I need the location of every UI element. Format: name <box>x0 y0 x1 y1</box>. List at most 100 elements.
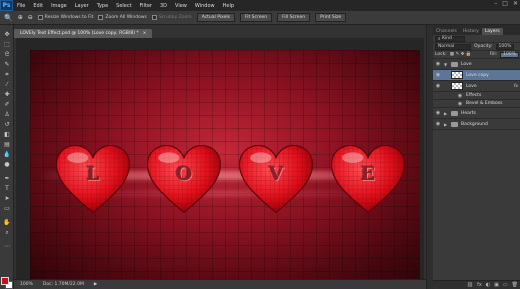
type-tool-icon[interactable]: T <box>2 185 12 193</box>
menu-filter[interactable]: Filter <box>136 3 156 9</box>
eraser-tool-icon[interactable]: ◧ <box>2 131 12 139</box>
layer-row-love-group[interactable]: ◉ ▼ Love <box>433 59 520 70</box>
layer-row-background[interactable]: ◉ ▶ Background <box>433 119 520 130</box>
status-arrow-icon[interactable]: ▶ <box>94 282 97 287</box>
menu-window[interactable]: Window <box>191 3 219 9</box>
menu-view[interactable]: View <box>171 3 191 9</box>
tab-history[interactable]: History <box>460 28 482 35</box>
layer-row-hearts[interactable]: ◉ ▶ Hearts <box>433 108 520 119</box>
expand-closed-icon[interactable]: ▶ <box>444 111 448 116</box>
zoom-tool-icon[interactable]: 🔍 <box>4 14 13 22</box>
layer-name: Love copy <box>466 72 489 78</box>
maximize-button[interactable]: □ <box>502 0 508 7</box>
actual-pixels-button[interactable]: Actual Pixels <box>196 13 235 22</box>
eye-icon[interactable]: ◉ <box>435 72 441 78</box>
status-bar: 100% Doc: 1.70M/22.0M ▶ <box>14 279 426 289</box>
clone-stamp-tool-icon[interactable]: ♙ <box>2 111 12 119</box>
menu-type[interactable]: Type <box>93 3 112 9</box>
brush-tool-icon[interactable]: ✐ <box>2 101 12 109</box>
eye-icon[interactable]: ◉ <box>435 121 441 127</box>
adjustment-layer-icon[interactable]: ◐ <box>486 282 490 288</box>
close-document-icon[interactable]: × <box>143 31 147 36</box>
zoom-all-option[interactable]: Zoom All Windows <box>98 15 147 20</box>
tab-channels[interactable]: Channels <box>433 28 460 35</box>
minimize-button[interactable]: – <box>494 0 497 7</box>
history-brush-tool-icon[interactable]: ↺ <box>2 121 12 129</box>
blend-mode-select[interactable]: Normal <box>435 43 471 50</box>
fx-icon[interactable]: fx <box>514 84 518 89</box>
fit-screen-button[interactable]: Fit Screen <box>239 13 273 22</box>
layer-row-love-copy[interactable]: ◉ Love copy <box>433 70 520 81</box>
resize-windows-checkbox[interactable] <box>37 15 43 20</box>
healing-brush-tool-icon[interactable]: ✚ <box>2 91 12 99</box>
menu-3d[interactable]: 3D <box>156 3 171 9</box>
canvas[interactable]: L O V E <box>30 50 420 280</box>
search-icon: ⌕ <box>438 36 441 42</box>
link-layers-icon[interactable]: ⛓ <box>467 282 473 288</box>
gradient-tool-icon[interactable]: ▤ <box>2 141 12 149</box>
eye-icon[interactable]: ◉ <box>435 61 441 67</box>
right-panels: Channels History Layers ⌕ Kind Normal Op… <box>426 25 520 289</box>
menu-help[interactable]: Help <box>219 3 238 9</box>
heart-v: V <box>238 144 314 214</box>
foreground-color-swatch[interactable] <box>1 277 9 285</box>
close-window-button[interactable]: ✕ <box>513 0 518 7</box>
eye-icon[interactable]: ◉ <box>435 110 441 116</box>
dodge-tool-icon[interactable]: ● <box>2 161 12 169</box>
zoom-all-checkbox[interactable] <box>98 15 104 20</box>
eye-icon[interactable]: ◉ <box>457 93 463 99</box>
document-area: LOVEly Text Effect.psd @ 100% (Love copy… <box>14 25 426 289</box>
marquee-tool-icon[interactable]: ⬚ <box>2 41 12 49</box>
trash-icon[interactable]: 🗑 <box>512 282 518 288</box>
eyedropper-tool-icon[interactable]: ⁄ <box>2 81 12 89</box>
kind-filter[interactable]: ⌕ Kind <box>435 35 465 42</box>
path-select-tool-icon[interactable]: ➤ <box>2 195 12 203</box>
crop-tool-icon[interactable]: ⌗ <box>2 71 12 79</box>
zoom-in-icon[interactable]: ⊕ <box>18 14 23 21</box>
zoom-out-icon[interactable]: ⊖ <box>28 14 33 21</box>
heart-o: O <box>146 144 222 214</box>
effects-row[interactable]: ◉ Effects <box>433 92 520 100</box>
scrubby-zoom-option[interactable]: Scrubby Zoom <box>151 15 192 20</box>
bevel-emboss-row[interactable]: ◉ Bevel & Emboss <box>433 100 520 108</box>
fill-screen-button[interactable]: Fill Screen <box>277 13 311 22</box>
print-size-button[interactable]: Print Size <box>315 13 347 22</box>
quick-select-tool-icon[interactable]: ✎ <box>2 61 12 69</box>
doc-size: Doc: 1.70M/22.0M <box>42 282 84 287</box>
lock-icons[interactable]: ▦ ✎ ✥ 🔒 <box>450 52 472 57</box>
eye-icon[interactable]: ◉ <box>457 101 463 107</box>
fill-field[interactable]: 100% <box>500 51 519 58</box>
layer-row-love[interactable]: ◉ Love fx <box>433 81 520 92</box>
menu-file[interactable]: File <box>13 3 29 9</box>
document-title: LOVEly Text Effect.psd @ 100% (Love copy… <box>20 31 139 36</box>
pen-tool-icon[interactable]: ✒ <box>2 175 12 183</box>
heart-letter-o: O <box>175 163 193 185</box>
heart-letter-e: E <box>360 163 376 185</box>
resize-windows-option[interactable]: Resize Windows to Fit <box>37 15 93 20</box>
menu-edit[interactable]: Edit <box>29 3 47 9</box>
opacity-field[interactable]: 100% <box>495 43 515 50</box>
add-style-icon[interactable]: fx <box>477 282 482 288</box>
blur-tool-icon[interactable]: 💧 <box>2 151 12 159</box>
new-group-icon[interactable]: ▣ <box>494 282 499 288</box>
shape-tool-icon[interactable]: ▭ <box>2 205 12 213</box>
layers-panel: Channels History Layers ⌕ Kind Normal Op… <box>433 25 520 289</box>
more-tools-icon[interactable]: ⋯ <box>2 243 12 251</box>
document-tab[interactable]: LOVEly Text Effect.psd @ 100% (Love copy… <box>14 29 153 38</box>
menu-layer[interactable]: Layer <box>71 3 93 9</box>
expand-closed-icon[interactable]: ▶ <box>444 122 448 127</box>
expand-open-icon[interactable]: ▼ <box>444 62 448 67</box>
heart-l: L <box>55 144 131 214</box>
tab-layers[interactable]: Layers <box>481 28 503 35</box>
zoom-tool-sidebar-icon[interactable]: ⌕ <box>2 229 12 237</box>
menu-select[interactable]: Select <box>112 3 135 9</box>
scrubby-zoom-checkbox[interactable] <box>151 15 157 20</box>
menu-image[interactable]: Image <box>47 3 71 9</box>
new-layer-icon[interactable]: ▭ <box>503 282 508 288</box>
eye-icon[interactable]: ◉ <box>435 83 441 89</box>
folder-icon <box>451 110 458 116</box>
move-tool-icon[interactable]: ✥ <box>2 31 12 39</box>
hand-tool-icon[interactable]: ✋ <box>2 219 12 227</box>
zoom-level[interactable]: 100% <box>20 282 33 287</box>
lasso-tool-icon[interactable]: ᘓ <box>2 51 12 59</box>
